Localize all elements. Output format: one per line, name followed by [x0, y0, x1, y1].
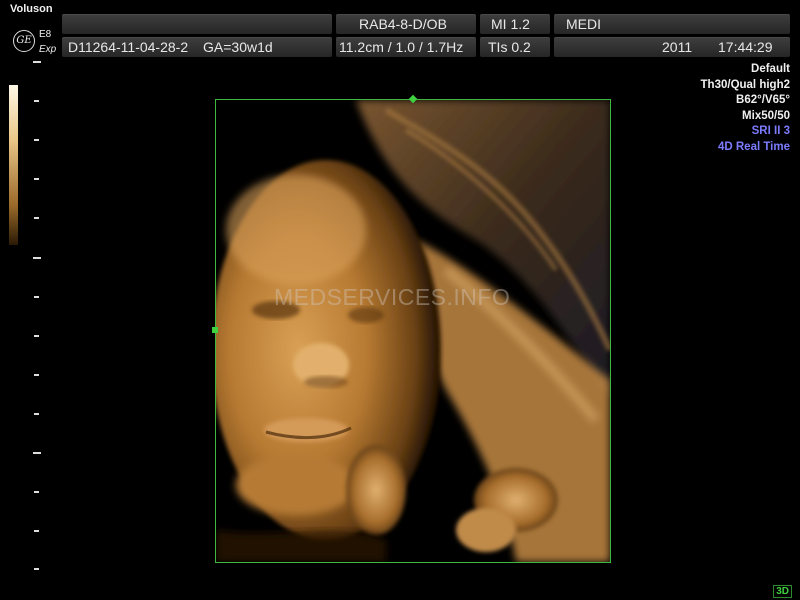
mi-label: MI 1.2	[491, 16, 530, 32]
depth-tick	[34, 491, 39, 493]
year-label: 2011	[662, 39, 693, 55]
grey-scale-bar	[9, 85, 18, 245]
depth-tick	[34, 530, 39, 532]
depth-tick	[34, 568, 39, 570]
sri-label: SRI II 3	[751, 125, 790, 137]
mode-label: Exp	[39, 44, 57, 55]
angles-label: B62°/V65°	[736, 94, 790, 106]
gestational-age-label: GA=30w1d	[203, 39, 273, 55]
roi-handle-left[interactable]	[212, 327, 218, 333]
model-label: E8	[39, 29, 52, 40]
patient-name-field[interactable]	[62, 14, 332, 34]
depth-tick	[34, 100, 39, 102]
time-label: 17:44:29	[718, 39, 773, 55]
brand-name: Voluson	[10, 3, 53, 15]
depth-tick	[34, 139, 39, 141]
depth-tick	[33, 61, 41, 63]
depth-params-label: 11.2cm / 1.0 / 1.7Hz	[339, 39, 464, 55]
preset-label: Default	[751, 63, 790, 75]
depth-tick	[34, 296, 39, 298]
depth-tick	[33, 257, 41, 259]
institution-label: MEDI	[566, 16, 601, 32]
mix-label: Mix50/50	[742, 109, 790, 122]
patient-id-label: D11264-11-04-28-2	[68, 39, 189, 55]
depth-tick	[34, 178, 39, 180]
header-bar: Voluson GE E8 Exp RAB4-8-D/OB MI 1.2 MED…	[0, 0, 800, 62]
roi-box[interactable]	[215, 99, 611, 563]
mode-3d-badge: 3D	[773, 585, 792, 598]
probe-label: RAB4-8-D/OB	[359, 16, 447, 32]
watermark-text: MEDSERVICES.INFO	[274, 284, 511, 310]
depth-tick	[33, 452, 41, 454]
depth-tick	[34, 413, 39, 415]
ge-logo-icon: GE	[13, 30, 35, 52]
depth-tick	[34, 335, 39, 337]
depth-tick	[34, 374, 39, 376]
quality-label: Th30/Qual high2	[700, 78, 790, 91]
depth-tick	[34, 217, 39, 219]
settings-panel: Default Th30/Qual high2 B62°/V65° Mix50/…	[701, 62, 790, 155]
realtime-label: 4D Real Time	[717, 140, 790, 153]
tis-label: TIs 0.2	[488, 39, 531, 55]
